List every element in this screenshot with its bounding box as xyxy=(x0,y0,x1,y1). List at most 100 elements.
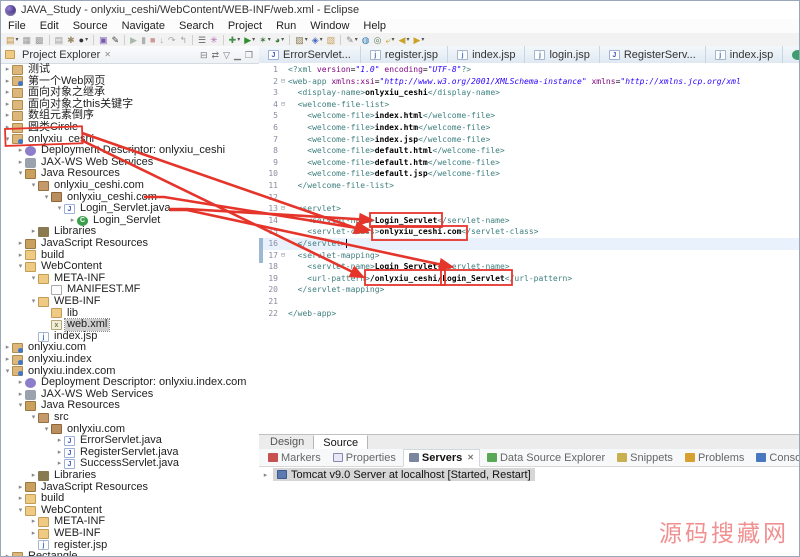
collapse-arrow-icon[interactable]: ▾ xyxy=(16,168,25,180)
tree-item-javascript-resources[interactable]: ▸JavaScript Resources xyxy=(1,482,259,494)
code-line-20[interactable]: 20 </servlet-mapping> xyxy=(259,284,799,296)
tree-item-webcontent[interactable]: ▾WebContent xyxy=(1,261,259,273)
step-into-button[interactable]: ↓ xyxy=(158,34,165,46)
editor-tab-registerserv[interactable]: JRegisterServ... xyxy=(600,46,706,63)
server-row[interactable]: ▸ Tomcat v9.0 Server at localhost [Start… xyxy=(261,468,535,481)
expand-arrow-icon[interactable]: ▸ xyxy=(16,377,25,389)
fold-collapse-icon[interactable]: ⊟ xyxy=(278,250,288,262)
server-selection[interactable]: Tomcat v9.0 Server at localhost [Started… xyxy=(273,468,535,481)
collapse-arrow-icon[interactable]: ▾ xyxy=(3,134,12,146)
tree-item-webcontent[interactable]: ▾WebContent xyxy=(1,505,259,517)
menu-window[interactable]: Window xyxy=(303,19,356,33)
menu-help[interactable]: Help xyxy=(356,19,393,33)
menu-search[interactable]: Search xyxy=(172,19,221,33)
code-line-13[interactable]: 13⊟ <servlet> xyxy=(259,203,799,215)
editor-tab-login-jsp[interactable]: jlogin.jsp xyxy=(525,46,599,63)
expand-arrow-icon[interactable]: ▸ xyxy=(29,226,38,238)
open-resource-button[interactable]: ▧ xyxy=(326,34,337,46)
minimize-icon[interactable]: ▁ xyxy=(232,50,243,60)
tree-item-web-xml[interactable]: xweb.xml xyxy=(1,319,259,331)
code-line-10[interactable]: 10 <welcome-file>default.jsp</welcome-fi… xyxy=(259,168,799,180)
tree-item-build[interactable]: ▸build xyxy=(1,250,259,262)
expand-arrow-icon[interactable]: ▸ xyxy=(16,389,25,401)
code-line-6[interactable]: 6 <welcome-file>index.htm</welcome-file> xyxy=(259,122,799,134)
tree-item-java-resources[interactable]: ▾Java Resources xyxy=(1,400,259,412)
terminate-button[interactable]: ■ xyxy=(149,34,156,46)
profile-button[interactable]: ◕▾ xyxy=(274,34,285,46)
tree-item-manifest-mf[interactable]: MANIFEST.MF xyxy=(1,284,259,296)
editor-tab-register-jsp[interactable]: jregister.jsp xyxy=(361,46,448,63)
panel-tab-servers[interactable]: Servers✕ xyxy=(403,449,480,467)
expand-arrow-icon[interactable]: ▸ xyxy=(3,99,12,111)
tree-item-meta-inf[interactable]: ▸META-INF xyxy=(1,516,259,528)
print-button[interactable]: ▤ xyxy=(54,34,65,46)
new-java-project-button[interactable]: ▨▾ xyxy=(294,34,309,46)
collapse-arrow-icon[interactable]: ▾ xyxy=(3,366,12,378)
view-menu-icon[interactable]: ▽ xyxy=(221,50,232,60)
collapse-arrow-icon[interactable]: ▾ xyxy=(42,192,51,204)
resume-button[interactable]: ▶ xyxy=(129,34,138,46)
collapse-arrow-icon[interactable]: ▾ xyxy=(29,180,38,192)
tree-item-测试[interactable]: ▸测试 xyxy=(1,64,259,76)
code-line-1[interactable]: 1<?xml version="1.0" encoding="UTF-8"?> xyxy=(259,64,799,76)
tree-item-login-servlet[interactable]: ▸CLogin_Servlet xyxy=(1,215,259,227)
collapse-all-icon[interactable]: ⊟ xyxy=(198,50,210,60)
expand-arrow-icon[interactable]: ▸ xyxy=(3,64,12,76)
panel-tab-snippets[interactable]: Snippets xyxy=(612,450,678,466)
menu-project[interactable]: Project xyxy=(221,19,269,33)
tree-item-web-inf[interactable]: ▸WEB-INF xyxy=(1,528,259,540)
code-line-17[interactable]: 17⊟ <servlet-mapping> xyxy=(259,250,799,262)
xml-editor[interactable]: 1<?xml version="1.0" encoding="UTF-8"?>2… xyxy=(259,63,799,434)
web-browser-button[interactable]: ◍ xyxy=(361,34,371,46)
suspend-button[interactable]: ▮ xyxy=(140,34,147,46)
expand-arrow-icon[interactable]: ▸ xyxy=(16,482,25,494)
expand-arrow-icon[interactable]: ▸ xyxy=(16,145,25,157)
save-all-button[interactable]: ▩ xyxy=(34,34,45,46)
menu-run[interactable]: Run xyxy=(269,19,303,33)
expand-arrow-icon[interactable]: ▸ xyxy=(29,470,38,482)
debug-button[interactable]: ✶▾ xyxy=(258,34,272,46)
menu-edit[interactable]: Edit xyxy=(33,19,66,33)
forward-button[interactable]: ▶▾ xyxy=(412,34,425,46)
panel-tab-data-source-explorer[interactable]: Data Source Explorer xyxy=(482,450,610,466)
coverage-button[interactable]: ✚▾ xyxy=(228,34,242,46)
highlighter-button[interactable]: ✳ xyxy=(209,34,219,46)
collapse-arrow-icon[interactable]: ▾ xyxy=(29,296,38,308)
code-line-11[interactable]: 11 </welcome-file-list> xyxy=(259,180,799,192)
code-line-2[interactable]: 2⊟<web-app xmlns:xsi="http://www.w3.org/… xyxy=(259,76,799,88)
collapse-arrow-icon[interactable]: ▾ xyxy=(42,424,51,436)
menu-source[interactable]: Source xyxy=(66,19,115,33)
tree-item-javascript-resources[interactable]: ▸JavaScript Resources xyxy=(1,238,259,250)
code-line-9[interactable]: 9 <welcome-file>default.htm</welcome-fil… xyxy=(259,157,799,169)
code-line-16[interactable]: 16 </servlet> xyxy=(259,238,799,250)
tree-item-jax-ws-web-services[interactable]: ▸JAX-WS Web Services xyxy=(1,157,259,169)
annotate-button[interactable]: ✎▾ xyxy=(345,34,359,46)
code-line-14[interactable]: 14 <servlet-name>Login_Servlet</servlet-… xyxy=(259,215,799,227)
back-button[interactable]: ◀▾ xyxy=(398,34,411,46)
tree-item-圆类circle[interactable]: ▸圆类Circle xyxy=(1,122,259,134)
new-wizard-button[interactable]: ▤▾ xyxy=(5,34,20,46)
link-with-editor-icon[interactable]: ⇄ xyxy=(210,50,222,60)
fold-collapse-icon[interactable]: ⊟ xyxy=(278,99,288,111)
code-line-22[interactable]: 22</web-app> xyxy=(259,308,799,320)
tree-item-jax-ws-web-services[interactable]: ▸JAX-WS Web Services xyxy=(1,389,259,401)
code-line-18[interactable]: 18 <servlet-name>Login_Servlet</servlet-… xyxy=(259,261,799,273)
expand-arrow-icon[interactable]: ▸ xyxy=(261,471,270,479)
run-button[interactable]: ▶▾ xyxy=(243,34,256,46)
tree-item-build[interactable]: ▸build xyxy=(1,493,259,505)
panel-tab-markers[interactable]: Markers xyxy=(263,450,326,466)
tree-item-rectangle[interactable]: ▸Rectangle xyxy=(1,551,259,556)
expand-arrow-icon[interactable]: ▸ xyxy=(29,528,38,540)
code-line-7[interactable]: 7 <welcome-file>index.jsp</welcome-file> xyxy=(259,134,799,146)
code-line-15[interactable]: 15 <servlet-class>onlyxiu_ceshi.com</ser… xyxy=(259,226,799,238)
code-line-5[interactable]: 5 <welcome-file>index.html</welcome-file… xyxy=(259,110,799,122)
mark-occurrences-button[interactable]: ☰ xyxy=(197,34,207,46)
fold-collapse-icon[interactable]: ⊟ xyxy=(278,76,288,88)
code-line-8[interactable]: 8 <welcome-file>default.html</welcome-fi… xyxy=(259,145,799,157)
collapse-arrow-icon[interactable]: ▾ xyxy=(16,505,25,517)
tree-item-libraries[interactable]: ▸Libraries xyxy=(1,470,259,482)
code-line-4[interactable]: 4⊟ <welcome-file-list> xyxy=(259,99,799,111)
expand-arrow-icon[interactable]: ▸ xyxy=(3,342,12,354)
collapse-arrow-icon[interactable]: ▾ xyxy=(16,261,25,273)
code-line-3[interactable]: 3 <display-name>onlyxiu_ceshi</display-n… xyxy=(259,87,799,99)
